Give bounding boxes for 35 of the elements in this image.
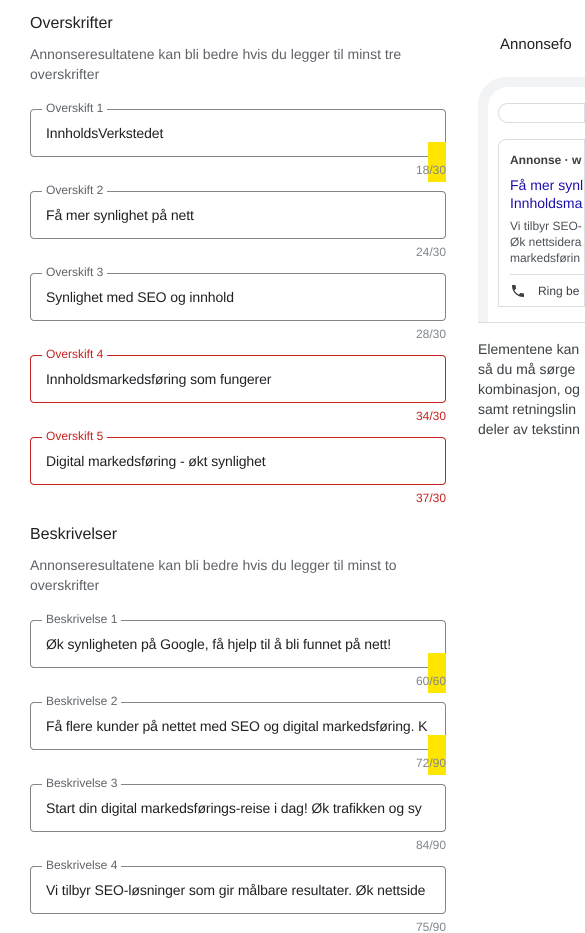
field-label: Overskift 3: [42, 265, 108, 279]
character-counter: 28/30: [416, 327, 446, 341]
ad-title[interactable]: Få mer synl Innholdsma: [510, 176, 584, 212]
phone-icon: [510, 282, 526, 298]
field-label: Overskift 2: [42, 183, 108, 197]
section-hint: Annonseresultatene kan bli bedre hvis du legger til minst to overskrifter: [30, 556, 398, 595]
field-value: Vi tilbyr SEO-løsninger som gir målbare resultater. Øk nettside: [46, 880, 426, 900]
character-counter: 84/90: [416, 838, 446, 852]
field-value: Øk synligheten på Google, få hjelp til å bli funnet på nett!: [46, 634, 392, 654]
field-label: Beskrivelse 1: [42, 612, 122, 626]
field-label: Beskrivelse 3: [42, 776, 122, 790]
field-value: Synlighet med SEO og innhold: [46, 288, 234, 307]
section-title: Overskrifter: [30, 14, 114, 34]
field-label: Beskrivelse 4: [42, 858, 122, 872]
field-value: Få mer synlighet på nett: [46, 206, 194, 225]
field-value: Innholdsmarkedsføring som fungerer: [46, 370, 272, 389]
section-hint: Annonseresultatene kan bli bedre hvis du legger til minst tre overskrifter: [30, 45, 402, 84]
field-label: Overskift 4: [42, 347, 108, 361]
character-counter: 37/30: [416, 491, 446, 505]
character-counter: 75/90: [416, 920, 446, 933]
call-label[interactable]: Ring be: [538, 282, 580, 300]
field-label: Overskift 1: [42, 101, 108, 115]
field-value: Få flere kunder på nettet med SEO og digital markedsføring. K: [46, 716, 428, 736]
character-counter: 24/30: [416, 245, 446, 259]
ad-label: Annonse · w: [510, 152, 582, 168]
ad-text: Vi tilbyr SEO- Øk nettsidera markedsførin: [510, 218, 583, 266]
field-label: Overskift 5: [42, 429, 108, 443]
field-value: Digital markedsføring - økt synlighet: [46, 452, 266, 471]
character-counter: 34/30: [416, 409, 446, 423]
field-label: Beskrivelse 2: [42, 694, 122, 708]
field-value: InnholdsVerkstedet: [46, 124, 164, 142]
section-title: Beskrivelser: [30, 525, 118, 545]
preview-note: Elementene kan så du må sørge kombinasjon, og samt retningslin deler av tekstinn: [478, 340, 581, 439]
field-value: Start din digital markedsførings-reise i dag! Øk trafikken og sy: [46, 798, 422, 818]
preview-title: Annonsefo: [500, 35, 573, 55]
